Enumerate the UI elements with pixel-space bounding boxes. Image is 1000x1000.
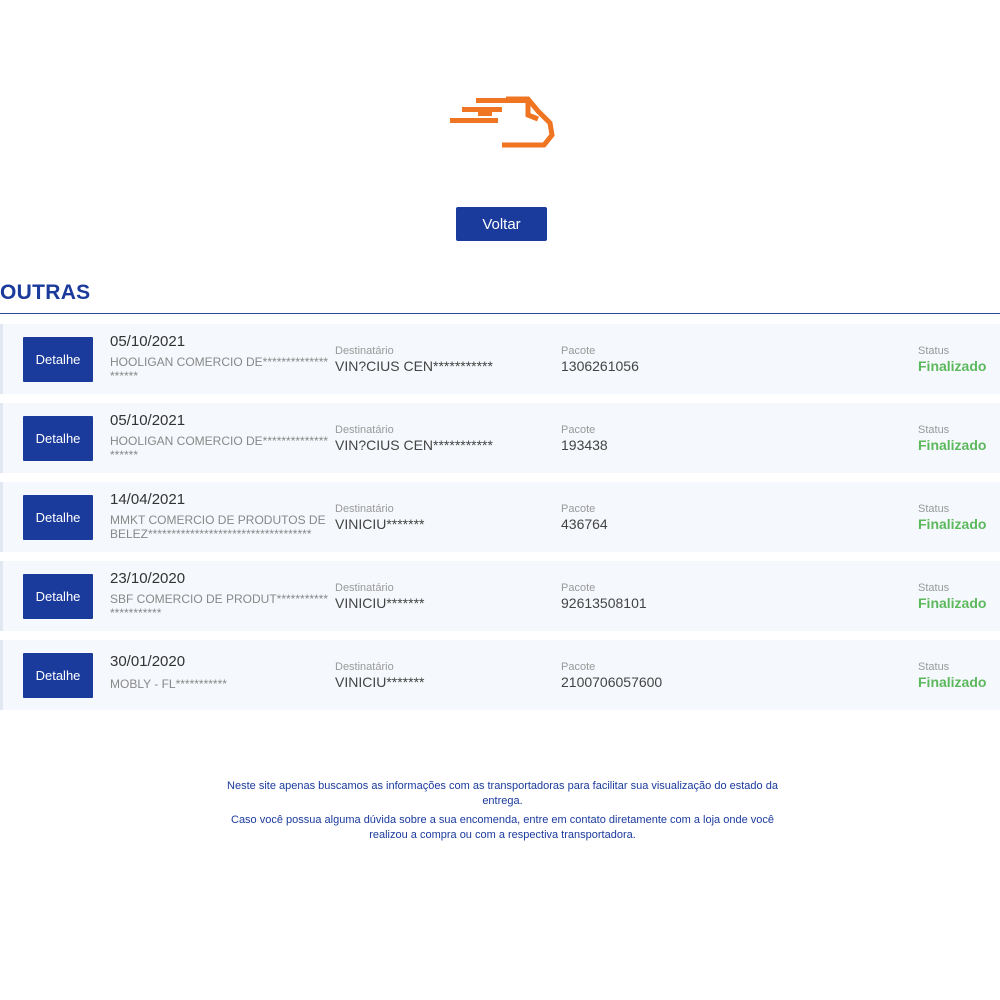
truck-logo-icon bbox=[450, 96, 555, 148]
recipient-label: Destinatário bbox=[335, 424, 394, 436]
detail-button[interactable]: Detalhe bbox=[23, 653, 93, 698]
sender-column: 30/01/2020 MOBLY - FL*********** bbox=[110, 653, 332, 691]
footer-text-line-1: Neste site apenas buscamos as informaçõe… bbox=[227, 780, 778, 807]
sender-name: HOOLIGAN COMERCIO DE******************** bbox=[110, 434, 329, 462]
package-label: Pacote bbox=[561, 582, 596, 594]
status-column: Status Finalizado bbox=[918, 661, 986, 690]
recipient-value: VINICIU******* bbox=[335, 674, 425, 690]
sender-name: MOBLY - FL*********** bbox=[110, 677, 227, 691]
status-column: Status Finalizado bbox=[918, 582, 986, 611]
footer-disclaimer: Neste site apenas buscamos as informaçõe… bbox=[215, 779, 790, 843]
status-badge: Finalizado bbox=[918, 595, 987, 611]
recipient-column: Destinatário VINICIU******* bbox=[335, 503, 424, 532]
back-button[interactable]: Voltar bbox=[456, 207, 547, 241]
recipient-column: Destinatário VIN?CIUS CEN*********** bbox=[335, 424, 493, 453]
status-badge: Finalizado bbox=[918, 516, 987, 532]
status-label: Status bbox=[918, 424, 950, 436]
package-column: Pacote 1306261056 bbox=[561, 345, 639, 374]
recipient-label: Destinatário bbox=[335, 582, 394, 594]
package-column: Pacote 193438 bbox=[561, 424, 608, 453]
package-label: Pacote bbox=[561, 424, 596, 436]
section-title: OUTRAS bbox=[0, 281, 91, 304]
status-label: Status bbox=[918, 345, 950, 357]
status-label: Status bbox=[918, 582, 950, 594]
shipment-date: 30/01/2020 bbox=[110, 653, 186, 670]
status-column: Status Finalizado bbox=[918, 345, 986, 374]
package-value: 2100706057600 bbox=[561, 674, 663, 690]
status-column: Status Finalizado bbox=[918, 503, 986, 532]
package-label: Pacote bbox=[561, 503, 596, 515]
recipient-label: Destinatário bbox=[335, 503, 394, 515]
package-column: Pacote 436764 bbox=[561, 503, 608, 532]
recipient-column: Destinatário VINICIU******* bbox=[335, 582, 424, 611]
status-badge: Finalizado bbox=[918, 358, 987, 374]
shipment-row: Detalhe 23/10/2020 SBF COMERCIO DE PRODU… bbox=[0, 561, 1000, 631]
shipment-date: 23/10/2020 bbox=[110, 570, 186, 587]
section-divider bbox=[0, 313, 1000, 314]
status-badge: Finalizado bbox=[918, 674, 987, 690]
page: Voltar OUTRAS Detalhe 05/10/2021 HOOLIGA… bbox=[0, 0, 1000, 1000]
shipment-row: Detalhe 05/10/2021 HOOLIGAN COMERCIO DE*… bbox=[0, 324, 1000, 394]
sender-name: SBF COMERCIO DE PRODUT******************… bbox=[110, 592, 329, 620]
sender-column: 05/10/2021 HOOLIGAN COMERCIO DE*********… bbox=[110, 333, 332, 383]
shipment-date: 14/04/2021 bbox=[110, 491, 186, 508]
sender-column: 23/10/2020 SBF COMERCIO DE PRODUT*******… bbox=[110, 570, 332, 620]
recipient-value: VIN?CIUS CEN*********** bbox=[335, 358, 493, 374]
package-column: Pacote 92613508101 bbox=[561, 582, 647, 611]
package-value: 92613508101 bbox=[561, 595, 647, 611]
status-column: Status Finalizado bbox=[918, 424, 986, 453]
package-column: Pacote 2100706057600 bbox=[561, 661, 662, 690]
sender-column: 05/10/2021 HOOLIGAN COMERCIO DE*********… bbox=[110, 412, 332, 462]
footer-text-line-2: Caso você possua alguma dúvida sobre a s… bbox=[231, 814, 774, 841]
shipment-row: Detalhe 30/01/2020 MOBLY - FL***********… bbox=[0, 640, 1000, 710]
shipment-date: 05/10/2021 bbox=[110, 333, 186, 350]
status-label: Status bbox=[918, 661, 950, 673]
shipment-date: 05/10/2021 bbox=[110, 412, 186, 429]
recipient-column: Destinatário VIN?CIUS CEN*********** bbox=[335, 345, 493, 374]
detail-button[interactable]: Detalhe bbox=[23, 337, 93, 382]
sender-name: MMKT COMERCIO DE PRODUTOS DE BELEZ******… bbox=[110, 513, 326, 541]
package-label: Pacote bbox=[561, 661, 596, 673]
status-badge: Finalizado bbox=[918, 437, 987, 453]
detail-button[interactable]: Detalhe bbox=[23, 495, 93, 540]
recipient-value: VINICIU******* bbox=[335, 516, 425, 532]
package-value: 436764 bbox=[561, 516, 608, 532]
detail-button[interactable]: Detalhe bbox=[23, 574, 93, 619]
package-value: 1306261056 bbox=[561, 358, 639, 374]
recipient-column: Destinatário VINICIU******* bbox=[335, 661, 424, 690]
package-label: Pacote bbox=[561, 345, 596, 357]
package-value: 193438 bbox=[561, 437, 608, 453]
status-label: Status bbox=[918, 503, 950, 515]
recipient-label: Destinatário bbox=[335, 661, 394, 673]
sender-name: HOOLIGAN COMERCIO DE******************** bbox=[110, 355, 329, 383]
recipient-value: VINICIU******* bbox=[335, 595, 425, 611]
shipment-list: Detalhe 05/10/2021 HOOLIGAN COMERCIO DE*… bbox=[0, 324, 1000, 719]
shipment-row: Detalhe 05/10/2021 HOOLIGAN COMERCIO DE*… bbox=[0, 403, 1000, 473]
recipient-label: Destinatário bbox=[335, 345, 394, 357]
shipment-row: Detalhe 14/04/2021 MMKT COMERCIO DE PROD… bbox=[0, 482, 1000, 552]
sender-column: 14/04/2021 MMKT COMERCIO DE PRODUTOS DE … bbox=[110, 491, 332, 541]
detail-button[interactable]: Detalhe bbox=[23, 416, 93, 461]
recipient-value: VIN?CIUS CEN*********** bbox=[335, 437, 493, 453]
